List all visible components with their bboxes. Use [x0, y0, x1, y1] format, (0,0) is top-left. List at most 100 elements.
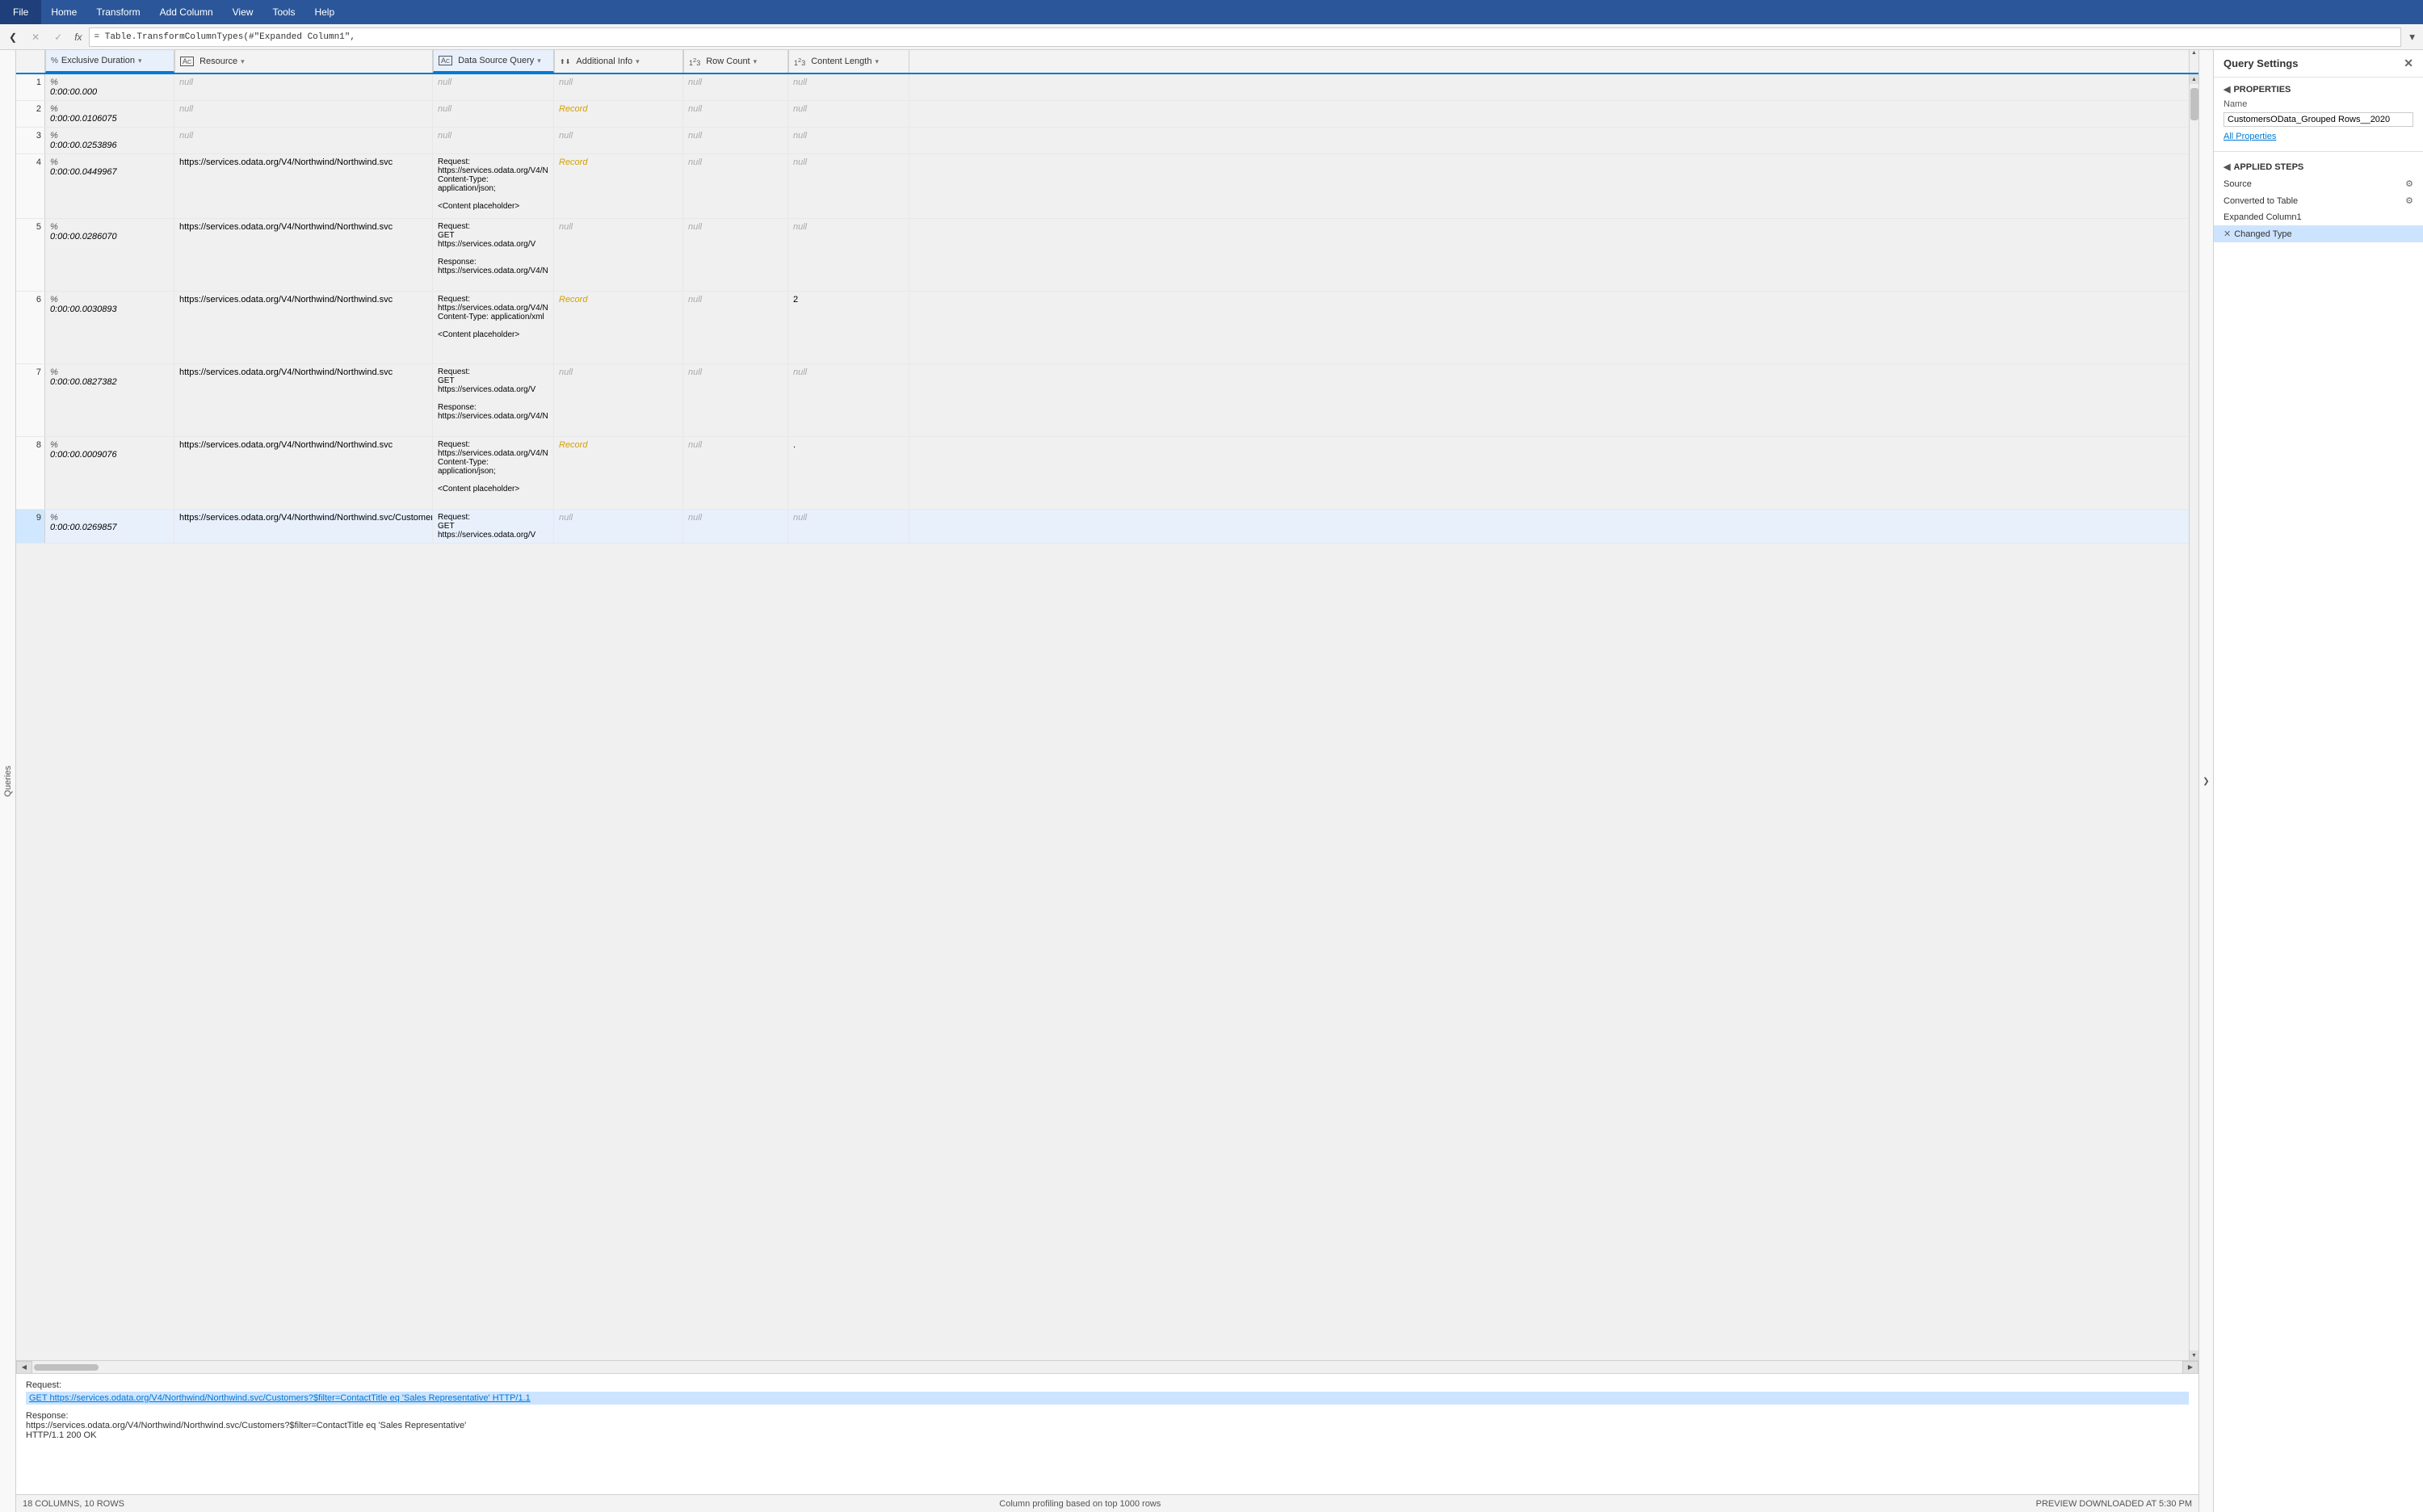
col-header-resource[interactable]: AC Resource ▾ [174, 50, 433, 73]
col-resource-label: Resource [199, 57, 237, 66]
cell-additional-7: null [554, 364, 683, 436]
table-row: 2 % 0:00:00.0106075 null null Record nul… [16, 101, 2189, 128]
cell-datasource-8: Request: https://services.odata.org/V4/N… [433, 437, 554, 509]
cell-rowcount-6: null [683, 292, 788, 363]
grid-header: % Exclusive Duration ▾ AC Resource ▾ AC … [16, 50, 2198, 74]
properties-arrow-icon: ◀ [2224, 84, 2230, 94]
datasource-sort-icon: ▾ [537, 57, 541, 65]
scroll-track[interactable] [34, 1364, 2181, 1371]
collapse-queries-button[interactable]: ❮ [3, 29, 23, 45]
step-changed-type[interactable]: ✕ Changed Type [2214, 225, 2423, 242]
name-label: Name [2214, 98, 2423, 111]
cell-additional-4: Record [554, 154, 683, 218]
collapse-right-panel-button[interactable]: ❯ [2198, 50, 2213, 1512]
resource-icon: AC [180, 57, 194, 66]
menu-help[interactable]: Help [304, 0, 344, 24]
step-expanded-column1[interactable]: Expanded Column1 [2214, 209, 2423, 225]
row-number: 8 [16, 437, 45, 509]
cell-datasource-9: Request: GET https://services.odata.org/… [433, 510, 554, 543]
step-converted-to-table[interactable]: Converted to Table ⚙ [2214, 192, 2423, 209]
cell-resource-6: https://services.odata.org/V4/Northwind/… [174, 292, 433, 363]
detail-request-url[interactable]: GET https://services.odata.org/V4/Northw… [26, 1392, 2189, 1405]
col-header-content-length[interactable]: 123 Content Length ▾ [788, 50, 909, 73]
col-header-datasource-query[interactable]: AC Data Source Query ▾ [433, 50, 554, 73]
detail-response-status: HTTP/1.1 200 OK [26, 1430, 2189, 1440]
data-area: % Exclusive Duration ▾ AC Resource ▾ AC … [16, 50, 2198, 1512]
grid-scroll-up-button[interactable]: ▲ [2190, 74, 2199, 84]
cell-datasource-6: Request: https://services.odata.org/V4/N… [433, 292, 554, 363]
exclusive-duration-icon: % [51, 57, 58, 65]
row-number: 1 [16, 74, 45, 100]
contentlen-icon: 123 [794, 57, 805, 67]
grid-scroll-up-arrow[interactable]: ▲ [2191, 50, 2197, 56]
menu-view[interactable]: View [223, 0, 263, 24]
status-bar: 18 COLUMNS, 10 ROWS Column profiling bas… [16, 1494, 2198, 1512]
cell-contentlen-5: null [788, 219, 909, 291]
step-changed-type-delete-icon[interactable]: ✕ [2224, 229, 2231, 239]
col-header-exclusive-duration[interactable]: % Exclusive Duration ▾ [45, 50, 174, 73]
col-exclusive-duration-label: Exclusive Duration [61, 56, 135, 65]
query-settings-header: Query Settings ✕ [2214, 50, 2423, 78]
cell-contentlen-1: null [788, 74, 909, 100]
name-value[interactable] [2214, 111, 2423, 130]
datasource-icon: AC [439, 56, 452, 65]
name-input[interactable] [2224, 112, 2413, 127]
step-source-gear-icon[interactable]: ⚙ [2405, 178, 2413, 189]
scroll-left-button[interactable]: ◀ [16, 1361, 32, 1374]
cell-spacer [909, 437, 2189, 509]
grid-scroll-down-button[interactable]: ▼ [2190, 1350, 2199, 1360]
exclusive-duration-sort-icon: ▾ [138, 57, 142, 65]
queries-label: Queries [3, 766, 13, 797]
cell-additional-9: null [554, 510, 683, 543]
properties-section-title: ◀ PROPERTIES [2214, 78, 2423, 98]
grid-horizontal-scrollbar[interactable]: ◀ ▶ [16, 1360, 2198, 1373]
step-source[interactable]: Source ⚙ [2214, 175, 2423, 192]
cell-duration-1: % 0:00:00.000 [45, 74, 174, 100]
menu-tools[interactable]: Tools [262, 0, 304, 24]
formula-bar[interactable]: = Table.TransformColumnTypes(#"Expanded … [89, 27, 2402, 47]
apply-button[interactable]: ✓ [48, 29, 68, 45]
table-row: 6 % 0:00:00.0030893 https://services.oda… [16, 292, 2189, 364]
menu-home[interactable]: Home [41, 0, 86, 24]
cell-rowcount-4: null [683, 154, 788, 218]
cell-duration-3: % 0:00:00.0253896 [45, 128, 174, 153]
grid-vertical-scrollbar[interactable]: ▲ ▼ [2189, 74, 2198, 1360]
cell-spacer [909, 219, 2189, 291]
properties-divider [2214, 151, 2423, 152]
col-datasource-label: Data Source Query [458, 56, 534, 65]
cell-rowcount-7: null [683, 364, 788, 436]
step-converted-gear-icon[interactable]: ⚙ [2405, 195, 2413, 206]
grid-scroll-thumb[interactable] [2190, 88, 2198, 120]
cell-rowcount-9: null [683, 510, 788, 543]
row-number: 4 [16, 154, 45, 218]
all-properties-link[interactable]: All Properties [2214, 130, 2423, 148]
menu-transform[interactable]: Transform [86, 0, 149, 24]
query-settings-close-button[interactable]: ✕ [2404, 57, 2413, 70]
cell-additional-3: null [554, 128, 683, 153]
detail-response-label: Response: [26, 1411, 2189, 1421]
cancel-button[interactable]: ✕ [26, 29, 45, 45]
menu-add-column[interactable]: Add Column [150, 0, 223, 24]
cell-additional-5: null [554, 219, 683, 291]
formula-expand-button[interactable]: ▾ [2404, 29, 2420, 45]
col-header-row-count[interactable]: 123 Row Count ▾ [683, 50, 788, 73]
grid-scroll-track[interactable] [2190, 84, 2198, 1350]
step-source-label: Source [2224, 179, 2405, 189]
cell-additional-2: Record [554, 101, 683, 127]
menu-file[interactable]: File [0, 0, 41, 24]
col-header-additional-info[interactable]: ⬆⬇ Additional Info ▾ [554, 50, 683, 73]
scroll-thumb[interactable] [34, 1364, 99, 1371]
cell-datasource-4: Request: https://services.odata.org/V4/N… [433, 154, 554, 218]
cell-duration-6: % 0:00:00.0030893 [45, 292, 174, 363]
step-expanded-label: Expanded Column1 [2224, 212, 2413, 222]
cell-spacer [909, 128, 2189, 153]
cell-additional-8: Record [554, 437, 683, 509]
cell-datasource-1: null [433, 74, 554, 100]
cell-rowcount-5: null [683, 219, 788, 291]
cell-duration-2: % 0:00:00.0106075 [45, 101, 174, 127]
cell-datasource-2: null [433, 101, 554, 127]
scroll-right-button[interactable]: ▶ [2182, 1361, 2198, 1374]
row-num-col-header [16, 50, 45, 73]
cell-rowcount-3: null [683, 128, 788, 153]
cell-contentlen-6: 2 [788, 292, 909, 363]
